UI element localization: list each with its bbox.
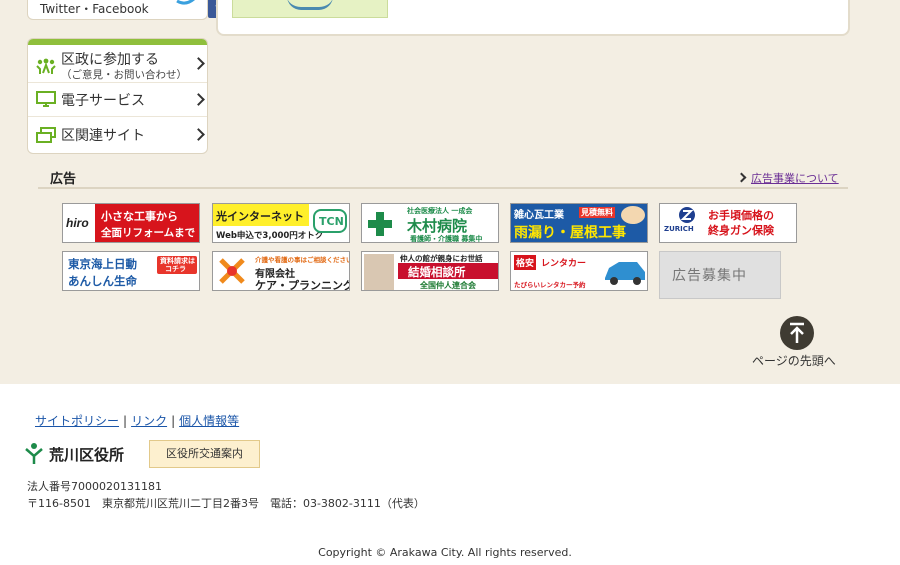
social-links-box[interactable]: Twitter・Facebook f [27,0,228,20]
banner-brand: hiro [66,216,89,230]
chevron-right-icon [192,57,205,70]
footer-link-site-policy[interactable]: サイトポリシー [35,414,119,428]
arakawa-logo-icon [25,443,43,464]
side-menu-item-participate[interactable]: 区政に参加する （ご意見・お問い合わせ） [28,45,207,83]
ad-banner-marriage-agency[interactable]: 仲人の館が親身にお世話 結婚相談所 全国仲人連合会 [361,251,499,291]
hiro-logo: hiro [63,204,95,242]
cross-icon [368,212,392,236]
content-image [232,0,388,18]
banner-text: Web申込で3,000円オトク [216,231,324,241]
tcn-logo: TCN [313,209,347,233]
banner-text: 雑心瓦工業 [514,210,564,221]
separator: | [123,414,128,428]
footer-links: サイトポリシー | リンク | 個人情報等 [35,412,239,429]
chevron-right-icon [192,128,205,141]
decorative-graphic [287,0,333,10]
person-photo [364,254,394,290]
monitor-icon [36,91,56,107]
side-menu-label: 区関連サイト [61,128,145,144]
footer-link-privacy[interactable]: 個人情報等 [179,414,239,428]
banner-cta: 資料請求は コチラ [157,256,197,274]
banner-text: 雨漏り・屋根工事 [514,225,626,241]
banner-text: レンタカー [541,259,587,269]
zurich-logo-icon [679,207,695,223]
ad-banner-hiro-reform[interactable]: hiro 小さな工事から 全面リフォームまで [62,203,200,243]
banner-text: ケア・プランニング [255,279,350,291]
side-menu-item-e-services[interactable]: 電子サービス [28,83,207,117]
side-menu-item-related-sites[interactable]: 区関連サイト [28,117,207,153]
ads-about-link-wrap[interactable]: 広告事業について [736,170,839,186]
ad-banner-care-planning[interactable]: 介護や看護の事はご相談ください 有限会社 ケア・プランニング [212,251,350,291]
banner-badge: 格安 [514,255,537,270]
banner-badge: 見積無料 [579,207,615,218]
banner-text: お手頃価格の [708,209,774,222]
care-logo-icon [219,258,245,284]
banner-text: 全面リフォームまで [101,227,196,239]
ad-banner-tcn-internet[interactable]: 光インターネット Web申込で3,000円オトク TCN [212,203,350,243]
side-menu-label: 電子サービス [61,93,145,109]
banner-text: 東京海上日動 [68,257,137,271]
banner-text: あんしん生命 [68,274,137,288]
content-area: Twitter・Facebook f 区政に参加する （ご意見・お問い合わせ） [0,0,900,384]
side-menu: 区政に参加する （ご意見・お問い合わせ） 電子サービス 区関連サイト [27,38,208,154]
separator: | [171,414,176,428]
banner-text: 終身ガン保険 [708,224,774,237]
chevron-right-icon [192,93,205,106]
chevron-right-icon [736,172,747,183]
banner-text: 光インターネット [216,210,304,223]
banner-text: 広告募集中 [672,268,747,284]
office-access-button[interactable]: 区役所交通案内 [149,440,260,468]
banner-text: 小さな工事から [101,210,178,223]
ad-banner-placeholder[interactable]: 広告募集中 [659,251,781,299]
people-icon [36,58,56,74]
ad-banner-kimura-hospital[interactable]: 社会医療法人 一成会 木村病院 看護師・介護職 募集中 [361,203,499,243]
ads-about-link[interactable]: 広告事業について [751,172,839,185]
twitter-icon[interactable] [176,0,198,5]
windows-icon [36,127,56,143]
main-content-card [216,0,850,36]
ads-heading: 広告 [50,172,77,187]
social-label[interactable]: Twitter・Facebook [40,0,149,17]
back-to-top-label[interactable]: ページの先頭へ [752,352,836,369]
banner-text: 全国仲人連合会 [420,281,476,290]
banner-brand: ZURICH [664,225,694,233]
ad-banner-tabirai-rentacar[interactable]: 格安 レンタカー たびらいレンタカー予約 [510,251,648,291]
back-to-top-button[interactable] [780,316,814,350]
side-menu-label: 区政に参加する [61,52,159,68]
banner-text: 介護や看護の事はご相談ください [255,256,350,264]
copyright: Copyright © Arakawa City. All rights res… [318,546,572,559]
ad-banner-roof-repair[interactable]: 雑心瓦工業 見積無料 雨漏り・屋根工事 [510,203,648,243]
ad-banner-tokio-marine-anshin[interactable]: 東京海上日動 あんしん生命 資料請求は コチラ [62,251,200,291]
side-menu-sublabel: （ご意見・お問い合わせ） [61,69,187,81]
ad-banner-zurich-insurance[interactable]: ZURICH お手頃価格の 終身ガン保険 [659,203,797,243]
corporate-number: 法人番号7000020131181 [27,480,162,493]
banner-text: 結婚相談所 [408,265,466,279]
arrow-up-icon [790,322,804,343]
worker-illustration [621,206,645,224]
ads-divider [38,187,848,189]
banner-text: 木村病院 [407,217,468,235]
banner-brand: TCN [319,215,344,228]
banner-highlight: 結婚相談所 [398,263,498,279]
banner-text: たびらいレンタカー予約 [514,281,586,289]
banner-cta-text: コチラ [165,265,186,273]
office-address: 〒116-8501 東京都荒川区荒川二丁目2番3号 電話：03-3802-311… [27,497,425,510]
car-icon [605,262,645,285]
footer-link-links[interactable]: リンク [131,414,167,428]
org-name: 荒川区役所 [49,446,125,464]
banner-text: 看護師・介護職 募集中 [410,235,483,243]
